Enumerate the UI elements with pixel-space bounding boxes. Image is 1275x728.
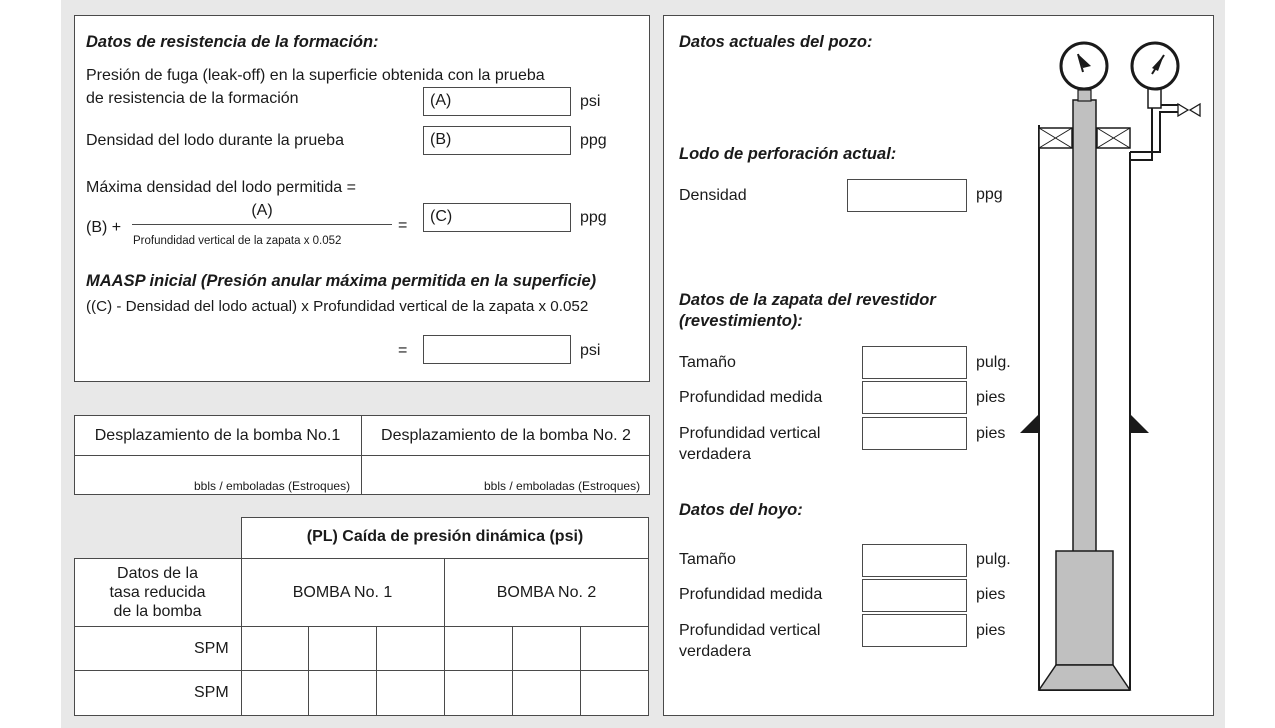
casing-gauge-stem: [1147, 87, 1162, 109]
shoe-md-label: Profundidad medida: [679, 389, 823, 406]
maasp-field[interactable]: [423, 335, 571, 364]
shoe-title-line2: (revestimiento):: [679, 312, 803, 330]
mud-density-field-b[interactable]: (B): [423, 126, 571, 155]
shoe-size-input[interactable]: [862, 346, 967, 379]
wellbore-schematic: [1020, 41, 1201, 691]
maasp-title: MAASP inicial (Presión anular máxima per…: [86, 272, 597, 290]
density-input[interactable]: [847, 179, 967, 212]
drill-bit: [1037, 664, 1132, 691]
pump2-unit: bbls / emboladas (Estroques): [484, 479, 641, 493]
leakoff-label-line2: de resistencia de la formación: [86, 90, 299, 107]
casing-shoe-marker-left: [1020, 414, 1039, 433]
annulus-line-outer: [1130, 111, 1180, 153]
shoe-tvd-label-line1: Profundidad vertical: [679, 425, 821, 442]
row-header-line2: tasa reducida: [109, 584, 206, 601]
pressure-col-divider-f: [580, 626, 581, 716]
pipe-gauge-stem: [1077, 89, 1092, 102]
spm-row-label-1: SPM: [194, 640, 229, 657]
maasp-formula: ((C) - Densidad del lodo actual) x Profu…: [86, 298, 589, 315]
shoe-tvd-input[interactable]: [862, 417, 967, 450]
pump1-displacement-input[interactable]: [75, 456, 360, 478]
leakoff-label-line1: Presión de fuga (leak-off) en la superfi…: [86, 67, 545, 84]
formation-title: Datos de resistencia de la formación:: [86, 33, 379, 51]
pressure-row-divider-2: [74, 670, 649, 671]
hole-tvd-unit: pies: [976, 622, 1006, 639]
pump1-unit: bbls / emboladas (Estroques): [194, 479, 351, 493]
hole-md-label: Profundidad medida: [679, 586, 823, 603]
hole-size-input[interactable]: [862, 544, 967, 577]
shoe-size-unit: pulg.: [976, 354, 1011, 371]
density-unit: ppg: [976, 186, 1003, 203]
pressure-col-divider-a: [241, 558, 242, 716]
pressure-loss-title: (PL) Caída de presión dinámica (psi): [306, 528, 584, 545]
formula-fraction-bar: [132, 224, 392, 225]
spm-row-label-2: SPM: [194, 684, 229, 701]
shoe-md-unit: pies: [976, 389, 1006, 406]
formula-denominator: Profundidad vertical de la zapata x 0.05…: [133, 235, 342, 247]
hole-tvd-input[interactable]: [862, 614, 967, 647]
hole-md-input[interactable]: [862, 579, 967, 612]
formula-equals: =: [398, 217, 408, 234]
row-header-line3: de la bomba: [113, 603, 202, 620]
hole-title: Datos del hoyo:: [679, 501, 803, 519]
leakoff-field-a[interactable]: (A): [423, 87, 571, 116]
maasp-unit: psi: [580, 342, 601, 359]
density-label: Densidad: [679, 187, 747, 204]
pressure-col-divider-d: [376, 626, 377, 716]
hole-md-unit: pies: [976, 586, 1006, 603]
pump2-header: Desplazamiento de la bomba No. 2: [381, 427, 631, 444]
pressure-row-divider-1: [74, 626, 649, 627]
pump2-displacement-input[interactable]: [362, 456, 649, 478]
mud-density-test-label: Densidad del lodo durante la prueba: [86, 132, 344, 149]
casing-shoe-marker-right: [1130, 414, 1149, 433]
hole-size-label: Tamaño: [679, 551, 736, 568]
mud-density-unit: ppg: [580, 132, 607, 149]
max-density-label: Máxima densidad del lodo permitida =: [86, 179, 356, 196]
pressure-col-divider-c: [308, 626, 309, 716]
shoe-tvd-unit: pies: [976, 425, 1006, 442]
max-density-unit: ppg: [580, 209, 607, 226]
maasp-equals: =: [398, 342, 408, 359]
formula-b-plus: (B) +: [86, 219, 122, 236]
col-header-pump1: BOMBA No. 1: [292, 584, 393, 601]
hole-tvd-label-line2: verdadera: [679, 643, 752, 660]
col-header-pump2: BOMBA No. 2: [496, 584, 597, 601]
shoe-tvd-label-line2: verdadera: [679, 446, 752, 463]
row-header-line1: Datos de la: [117, 565, 198, 582]
hole-tvd-label-line1: Profundidad vertical: [679, 622, 821, 639]
max-density-field-c[interactable]: (C): [423, 203, 571, 232]
choke-valve-right: [1188, 102, 1201, 118]
bottom-hole-assembly: [1055, 550, 1114, 666]
pressure-col-divider-b: [444, 558, 445, 716]
drill-pipe: [1072, 99, 1097, 553]
shoe-size-label: Tamaño: [679, 354, 736, 371]
formula-numerator: (A): [251, 202, 273, 219]
hole-size-unit: pulg.: [976, 551, 1011, 568]
choke-valve-left: [1177, 102, 1190, 118]
pump1-header: Desplazamiento de la bomba No.1: [94, 427, 341, 444]
well-title: Datos actuales del pozo:: [679, 33, 873, 51]
shoe-md-input[interactable]: [862, 381, 967, 414]
mud-title: Lodo de perforación actual:: [679, 145, 897, 163]
pressure-col-divider-e: [512, 626, 513, 716]
leakoff-unit: psi: [580, 93, 601, 110]
shoe-title-line1: Datos de la zapata del revestidor: [679, 291, 936, 309]
